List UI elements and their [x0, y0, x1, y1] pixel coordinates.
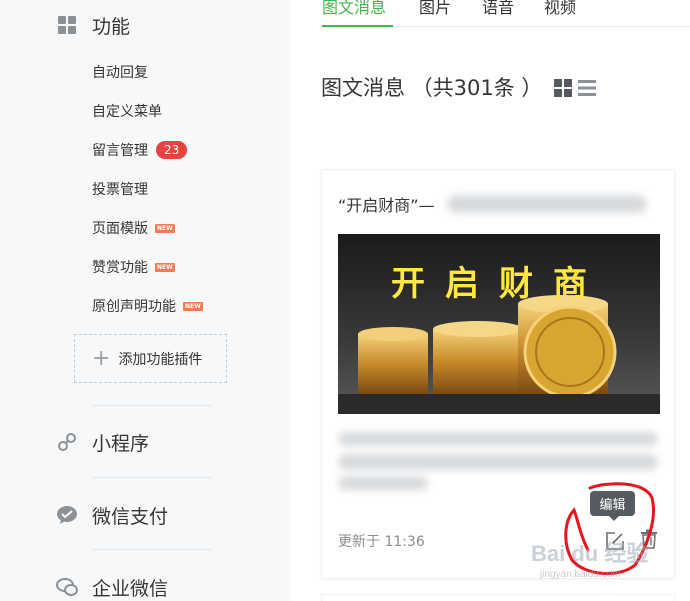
page-title-text: 图文消息 （共301条 ）	[321, 76, 543, 100]
new-tag: NEW	[155, 223, 175, 233]
comment-count-badge: 23	[156, 141, 188, 159]
enterprise-wechat-label: 企业微信	[92, 577, 169, 600]
sidebar-item-votes[interactable]: 投票管理	[92, 178, 148, 200]
sidebar-item-label: 自动回复	[92, 65, 148, 81]
list-view-icon[interactable]	[578, 79, 596, 101]
page-title: 图文消息 （共301条 ）	[321, 72, 542, 102]
features-heading: 功能	[92, 15, 131, 38]
sidebar-item-label: 留言管理	[92, 143, 148, 159]
baidu-watermark-url: jingyan.baidu.com	[540, 569, 621, 580]
divider	[92, 405, 212, 406]
sidebar-item-enterprise-wechat[interactable]: 企业微信	[56, 572, 168, 601]
add-plugin-button[interactable]: + 添加功能插件	[74, 334, 227, 383]
new-tag: NEW	[155, 262, 175, 272]
sidebar: 功能 自动回复 自定义菜单 留言管理 23 投票管理 页面模版 NEW 赞赏功能…	[0, 0, 290, 601]
link-icon	[56, 431, 78, 453]
mini-program-label: 小程序	[92, 432, 150, 455]
divider	[92, 549, 212, 550]
grid-icon	[56, 14, 78, 36]
sidebar-item-label: 自定义菜单	[92, 104, 162, 120]
sidebar-item-label: 原创声明功能	[92, 299, 176, 315]
redacted-summary-line	[338, 432, 658, 446]
redacted-summary-line	[338, 454, 658, 470]
divider	[92, 477, 212, 478]
sidebar-item-label: 赞赏功能	[92, 260, 148, 276]
wechat-pay-label: 微信支付	[92, 505, 169, 528]
update-time: 更新于 11:36	[338, 534, 425, 550]
media-tabs: 图文消息 图片 语音 视频	[322, 0, 690, 27]
sidebar-item-wechat-pay[interactable]: 微信支付	[56, 500, 168, 530]
grid-view-icon[interactable]	[554, 79, 572, 101]
tab-articles[interactable]: 图文消息	[322, 0, 386, 18]
sidebar-item-label: 页面模版	[92, 221, 148, 237]
next-article-card	[321, 594, 675, 601]
article-cover-image[interactable]: 开启财商	[338, 234, 660, 414]
wechat-pay-icon	[56, 504, 78, 526]
cover-headline: 开启财商	[391, 264, 607, 304]
redacted-title	[447, 195, 647, 213]
tab-voice[interactable]: 语音	[482, 0, 514, 18]
sidebar-item-comments[interactable]: 留言管理 23	[92, 139, 188, 161]
redacted-summary-line	[338, 476, 428, 490]
active-tab-indicator	[322, 25, 393, 27]
sidebar-item-label: 投票管理	[92, 182, 148, 198]
sidebar-item-auto-reply[interactable]: 自动回复	[92, 61, 148, 83]
sidebar-item-custom-menu[interactable]: 自定义菜单	[92, 100, 162, 122]
sidebar-item-mini-program[interactable]: 小程序	[56, 427, 149, 457]
tab-video[interactable]: 视频	[544, 0, 576, 18]
article-title: “开启财商”—	[338, 196, 435, 215]
features-section: 功能	[56, 10, 130, 40]
add-plugin-label: 添加功能插件	[118, 351, 203, 368]
sidebar-item-reward[interactable]: 赞赏功能 NEW	[92, 256, 175, 278]
plus-icon: +	[92, 345, 111, 371]
new-tag: NEW	[183, 301, 203, 311]
baidu-watermark: Bai du 经验	[531, 541, 649, 566]
sidebar-item-page-template[interactable]: 页面模版 NEW	[92, 217, 175, 239]
sidebar-item-originality[interactable]: 原创声明功能 NEW	[92, 295, 203, 317]
tab-images[interactable]: 图片	[419, 0, 451, 18]
chat-bubbles-icon	[56, 576, 78, 598]
